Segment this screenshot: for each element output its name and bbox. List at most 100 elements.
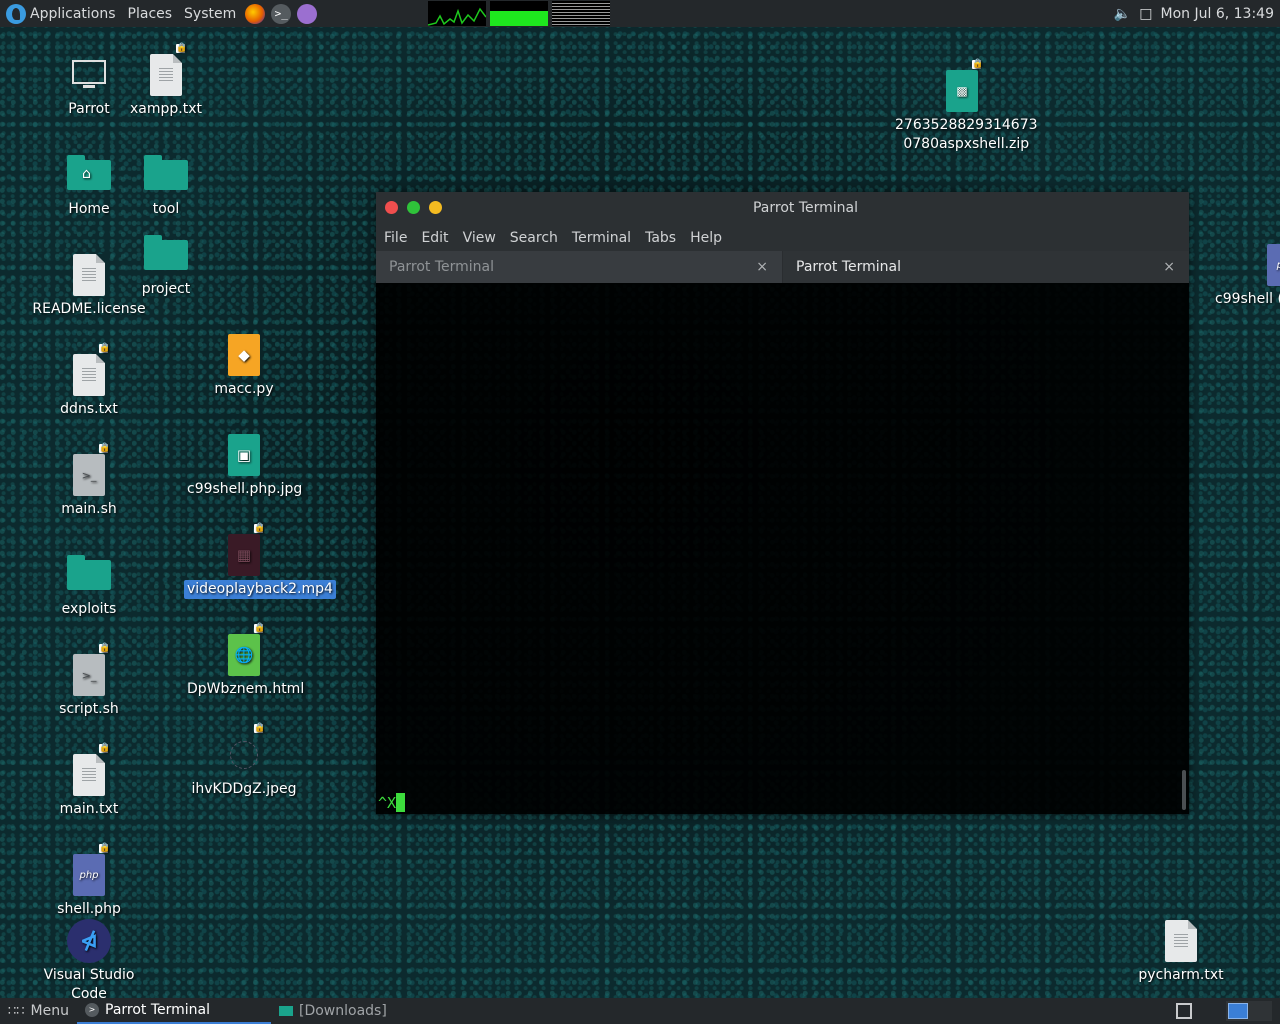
lock-icon: 🔒 (254, 623, 266, 633)
desktop-icon-main-sh[interactable]: >_ 🔒 main.sh (29, 444, 149, 519)
desktop-icon-label: pycharm.txt (1138, 967, 1224, 983)
terminal-titlebar[interactable]: Parrot Terminal (376, 192, 1189, 224)
menu-help[interactable]: Help (684, 230, 728, 246)
window-title: Parrot Terminal (752, 200, 859, 216)
php-file-icon: ph (1267, 244, 1280, 286)
desktop-icon-label: project (141, 281, 191, 297)
terminal-output-area[interactable]: ^X (376, 283, 1179, 814)
applications-menu[interactable]: Applications (0, 0, 122, 27)
system-menu[interactable]: System (178, 0, 242, 27)
menu-file[interactable]: File (378, 230, 413, 246)
close-tab-icon[interactable]: × (756, 251, 768, 283)
text-file-icon (73, 254, 105, 296)
parrot-logo-icon (6, 3, 26, 24)
tab-label: Parrot Terminal (796, 259, 902, 275)
desktop-icon-ihvkddgz-jpeg[interactable]: 🔒 ihvKDDgZ.jpeg (184, 724, 304, 799)
menu-terminal[interactable]: Terminal (566, 230, 637, 246)
text-file-icon (73, 354, 105, 396)
grid-icon: ∷∷ (8, 1003, 25, 1019)
clock[interactable]: Mon Jul 6, 13:49 (1161, 6, 1274, 22)
desktop-icon-dpwbznem-html[interactable]: 🌐 🔒 DpWbznem.html (184, 624, 305, 699)
close-tab-icon[interactable]: × (1163, 251, 1175, 283)
desktop-icon-tool[interactable]: tool (106, 152, 226, 219)
lock-icon: 🔒 (254, 523, 266, 533)
bottom-panel: ∷∷ Menu > Parrot Terminal [Downloads] (0, 998, 1280, 1024)
folder-icon (67, 555, 111, 590)
memory-monitor-graph[interactable] (490, 1, 548, 26)
menu-tabs[interactable]: Tabs (639, 230, 682, 246)
desktop-icon-label: main.txt (59, 801, 119, 817)
terminal-tab-2[interactable]: Parrot Terminal × (783, 251, 1189, 283)
desktop-icon-macc-py[interactable]: ◆ macc.py (184, 332, 304, 399)
terminal-scrollbar[interactable] (1182, 770, 1186, 810)
show-desktop-icon[interactable] (1176, 1003, 1192, 1019)
menu-view[interactable]: View (457, 230, 502, 246)
menu-label: Menu (30, 1003, 69, 1019)
desktop-icon-label: tool (152, 201, 180, 217)
video-file-icon: ▦ (228, 534, 260, 576)
network-monitor-graph[interactable] (552, 1, 610, 26)
desktop-icon-c99shell-php-jpg[interactable]: ▣ c99shell.php.jpg (184, 432, 304, 499)
desktop-icon-label: macc.py (214, 381, 274, 397)
lock-icon: 🔒 (99, 343, 111, 353)
terminal-tab-bar: Parrot Terminal × Parrot Terminal × (376, 251, 1189, 283)
firefox-icon[interactable] (245, 3, 266, 24)
zip-file-icon: ▩ (946, 70, 978, 112)
terminal-icon: > (85, 1003, 99, 1017)
terminal-tab-1[interactable]: Parrot Terminal × (376, 251, 783, 283)
text-editor-icon[interactable] (297, 3, 318, 24)
desktop-icon-project[interactable]: project (106, 232, 226, 299)
workspace-switcher[interactable] (1226, 1001, 1272, 1021)
lock-icon: 🔒 (99, 843, 111, 853)
lock-icon: 🔒 (176, 43, 188, 53)
applications-label: Applications (30, 5, 116, 22)
folder-icon (144, 155, 188, 190)
desktop-icon-ddns-txt[interactable]: 🔒 ddns.txt (29, 344, 149, 419)
html-file-icon: 🌐 (228, 634, 260, 676)
desktop-icon-label: README.license (32, 301, 146, 317)
home-folder-icon: ⌂ (67, 155, 111, 190)
terminal-icon[interactable]: >_ (271, 3, 292, 24)
lock-icon: 🔒 (99, 743, 111, 753)
workspace-1[interactable] (1228, 1003, 1248, 1019)
desktop-icon-label: 2763528829314673 0780aspxshell.zip (895, 117, 1038, 152)
desktop-icon-videoplayback2-mp4[interactable]: ▦ 🔒 videoplayback2.mp4 (184, 524, 336, 599)
terminal-menubar: File Edit View Search Terminal Tabs Help (376, 224, 1189, 251)
desktop-icon-c99shell[interactable]: ph c99shell ( (1212, 242, 1280, 309)
terminal-window[interactable]: Parrot Terminal File Edit View Search Te… (376, 192, 1189, 814)
desktop-icon-label: xampp.txt (130, 101, 202, 117)
taskbar-item-downloads[interactable]: [Downloads] (271, 998, 395, 1024)
lock-icon: 🔒 (99, 643, 111, 653)
text-file-icon (150, 54, 182, 96)
terminal-output: ^X (378, 793, 406, 812)
broken-image-icon (230, 741, 258, 769)
desktop-icon-shell-php[interactable]: php 🔒 shell.php (29, 844, 149, 919)
display-icon[interactable]: □ (1139, 6, 1152, 22)
desktop-icon-aspxshell-zip[interactable]: ▩ 🔒 2763528829314673 0780aspxshell.zip (892, 60, 1038, 154)
desktop-icon-label: c99shell ( (1215, 291, 1280, 307)
desktop-icon-label: c99shell.php.jpg (187, 481, 303, 497)
desktop-icon-visual-studio-code[interactable]: ⋪ Visual Studio Code (29, 918, 149, 1004)
desktop-icon-pycharm-txt[interactable]: pycharm.txt (1121, 918, 1241, 985)
shell-script-icon: >_ (73, 654, 105, 696)
volume-icon[interactable]: 🔈 (1114, 6, 1131, 22)
desktop-icon-label: DpWbznem.html (187, 681, 305, 697)
folder-icon (279, 1006, 293, 1016)
desktop-icon-exploits[interactable]: exploits (29, 552, 149, 619)
menu-search[interactable]: Search (504, 230, 564, 246)
taskbar-item-parrot-terminal[interactable]: > Parrot Terminal (77, 998, 271, 1024)
menu-edit[interactable]: Edit (415, 230, 454, 246)
folder-icon (144, 235, 188, 270)
desktop-icon-script-sh[interactable]: >_ 🔒 script.sh (29, 644, 149, 719)
desktop-icon-xampp-txt[interactable]: 🔒 xampp.txt (106, 44, 226, 119)
lock-icon: 🔒 (254, 723, 266, 733)
desktop-icon-label: exploits (61, 601, 117, 617)
computer-icon (72, 60, 106, 88)
task-label: Parrot Terminal (105, 1002, 211, 1018)
lock-icon: 🔒 (99, 443, 111, 453)
places-menu[interactable]: Places (122, 0, 179, 27)
image-file-icon: ▣ (228, 434, 260, 476)
cpu-monitor-graph[interactable] (427, 1, 487, 26)
desktop-icon-main-txt[interactable]: 🔒 main.txt (29, 744, 149, 819)
menu-button[interactable]: ∷∷ Menu (0, 998, 77, 1024)
